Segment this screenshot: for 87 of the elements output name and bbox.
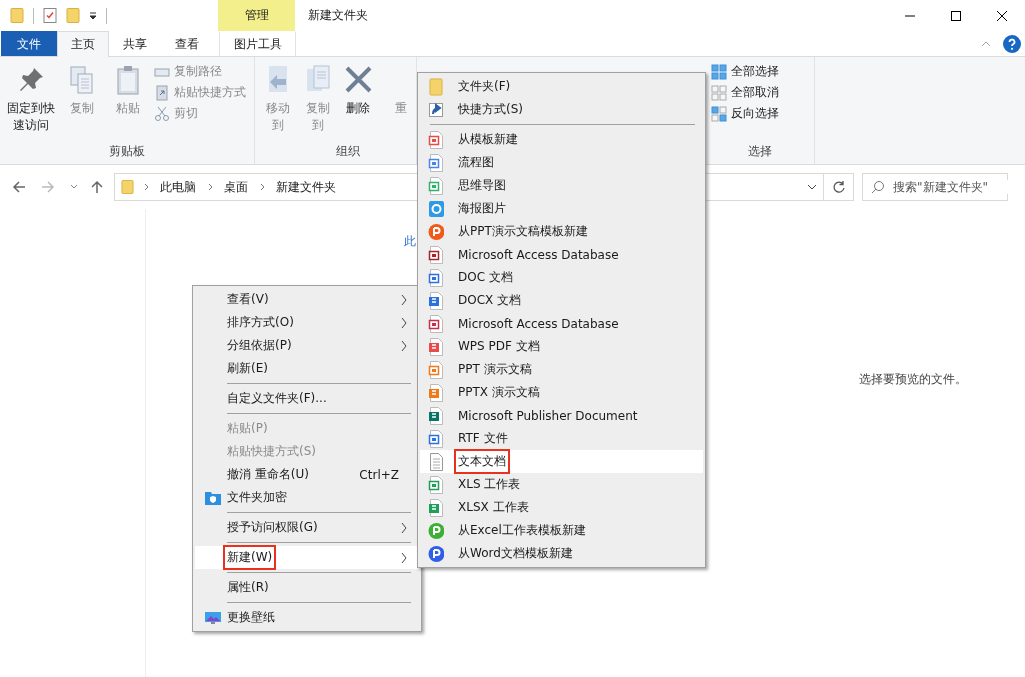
pdf-icon <box>428 337 444 356</box>
chevron-icon[interactable] <box>144 183 150 191</box>
shortcut-text: Ctrl+Z <box>359 467 399 482</box>
ribbon-button[interactable]: 全部取消 <box>709 83 810 102</box>
preview-text: 选择要预览的文件。 <box>858 370 967 388</box>
ribbon-tab[interactable]: 图片工具 <box>219 31 296 56</box>
selection-grid-icon <box>711 63 727 80</box>
presentation-icon <box>428 383 444 402</box>
empty-folder-text: 此 <box>404 233 416 250</box>
menu-item[interactable]: 查看(V) <box>195 288 419 311</box>
chevron-icon[interactable] <box>260 183 266 191</box>
menu-item[interactable]: 新建(W) <box>195 546 419 569</box>
menu-item[interactable]: 自定义文件夹(F)... <box>195 387 419 410</box>
dropdown-icon[interactable] <box>807 184 817 190</box>
menu-item[interactable]: 文件夹(F) <box>420 75 703 98</box>
collapse-ribbon-icon[interactable] <box>981 40 991 47</box>
presentation-icon <box>428 222 444 241</box>
menu-item[interactable]: DOCX 文档 <box>420 289 703 312</box>
menu-item[interactable]: 更换壁纸 <box>195 606 419 629</box>
chevron-icon[interactable] <box>208 183 214 191</box>
menu-item[interactable]: 属性(R) <box>195 576 419 599</box>
menu-item[interactable]: PPTX 演示文稿 <box>420 381 703 404</box>
up-icon[interactable] <box>90 180 104 194</box>
selection-grid-icon <box>711 105 727 122</box>
presentation-icon <box>428 360 444 379</box>
window-title: 新建文件夹 <box>308 7 368 24</box>
menu-item[interactable]: 撤消 重命名(U) Ctrl+Z <box>195 463 419 486</box>
group-label: 剪贴板 <box>108 143 146 160</box>
menu-item[interactable]: 从Excel工作表模板新建 <box>420 519 703 542</box>
menu-item[interactable]: 思维导图 <box>420 174 703 197</box>
folder-icon <box>121 179 134 195</box>
database-icon <box>428 245 444 264</box>
ribbon-button[interactable]: 反向选择 <box>709 104 810 123</box>
menu-item[interactable]: 排序方式(O) <box>195 311 419 334</box>
menu-item[interactable]: RTF 文件 <box>420 427 703 450</box>
menu-item[interactable]: 从Word文档模板新建 <box>420 542 703 565</box>
menu-item[interactable]: 流程图 <box>420 151 703 174</box>
poster-icon <box>428 199 444 218</box>
ribbon-tab[interactable]: 共享 <box>109 31 161 56</box>
menu-item[interactable]: 文件夹加密 <box>195 486 419 509</box>
shortcut-icon <box>154 84 170 101</box>
text-file-icon <box>428 452 444 471</box>
ribbon-button[interactable]: 全部选择 <box>709 62 810 81</box>
selection-grid-icon <box>711 84 727 101</box>
group-label: 选择 <box>746 143 773 160</box>
menu-item[interactable]: Microsoft Publisher Document <box>420 404 703 427</box>
menu-item[interactable]: WPS PDF 文档 <box>420 335 703 358</box>
breadcrumb[interactable]: 新建文件夹 <box>276 178 336 196</box>
ribbon-button[interactable]: 固定到快速访问 <box>4 62 58 143</box>
search-icon <box>871 180 885 194</box>
folder-icon <box>428 77 444 96</box>
menu-item[interactable]: 海报图片 <box>420 197 703 220</box>
menu-item[interactable]: XLSX 工作表 <box>420 496 703 519</box>
menu-item[interactable]: Microsoft Access Database <box>420 243 703 266</box>
breadcrumb[interactable]: 桌面 <box>224 178 248 196</box>
shortcut-icon <box>428 100 444 119</box>
scissors-icon <box>154 105 170 122</box>
search-field[interactable]: 搜索"新建文件夹" <box>862 173 1008 201</box>
menu-item[interactable]: 快捷方式(S) <box>420 98 703 121</box>
refresh-icon <box>831 180 846 194</box>
group-label: 组织 <box>334 143 361 160</box>
shield-folder-icon <box>205 490 221 506</box>
back-icon[interactable] <box>12 180 26 194</box>
ribbon-tab[interactable]: 查看 <box>161 31 213 56</box>
breadcrumb[interactable]: 此电脑 <box>160 178 196 196</box>
refresh-button[interactable] <box>824 173 854 201</box>
publisher-icon <box>428 406 444 425</box>
recent-locations-icon[interactable] <box>70 184 78 190</box>
menu-item[interactable]: 文本文档 <box>420 450 703 473</box>
menu-item[interactable]: DOC 文档 <box>420 266 703 289</box>
menu-item[interactable]: XLS 工作表 <box>420 473 703 496</box>
menu-item[interactable]: 从PPT演示文稿模板新建 <box>420 220 703 243</box>
ribbon-button[interactable]: 删除 <box>339 62 377 143</box>
ribbon-tab[interactable]: 文件 <box>1 31 57 56</box>
menu-item[interactable]: 刷新(E) <box>195 357 419 380</box>
properties-icon[interactable] <box>43 7 57 24</box>
context-tab-header: 管理 <box>218 0 295 31</box>
help-icon[interactable] <box>1003 34 1021 53</box>
ribbon-tab[interactable]: 主页 <box>57 31 109 57</box>
menu-item[interactable]: 授予访问权限(G) <box>195 516 419 539</box>
menu-item[interactable]: PPT 演示文稿 <box>420 358 703 381</box>
menu-item[interactable]: Microsoft Access Database <box>420 312 703 335</box>
dropdown-icon[interactable] <box>89 11 97 20</box>
menu-item[interactable]: 从模板新建 <box>420 128 703 151</box>
database-icon <box>428 314 444 333</box>
menu-item[interactable]: 分组依据(P) <box>195 334 419 357</box>
wallpaper-icon <box>205 610 221 626</box>
